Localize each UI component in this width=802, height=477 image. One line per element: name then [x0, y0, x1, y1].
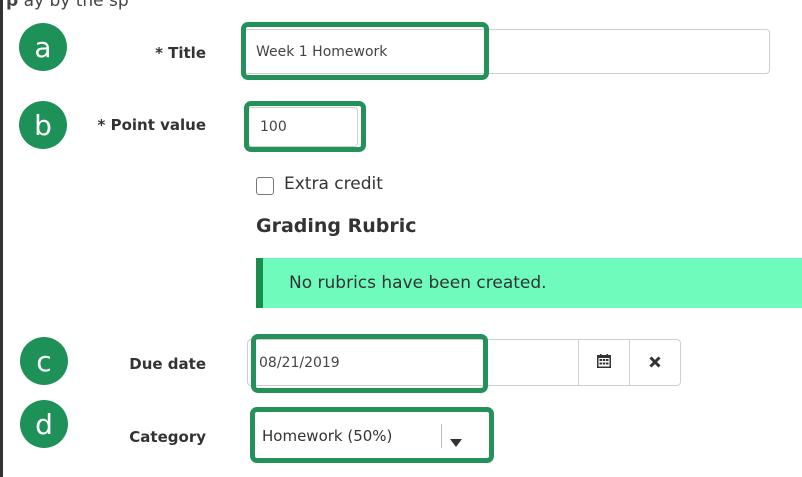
caption-lead: p [6, 0, 19, 11]
caption-rest: ay by the sp [18, 0, 129, 11]
extra-credit-checkbox[interactable] [256, 177, 274, 195]
callout-letter-a: a [34, 30, 52, 64]
callout-letter-b: b [34, 108, 52, 142]
callout-box-due-date [251, 334, 488, 393]
callout-box-title [241, 22, 489, 80]
callout-box-points [244, 101, 366, 152]
callout-letter-d: d [35, 407, 53, 441]
assignment-form: p ay by the sp a * Title Week 1 Homework… [0, 0, 802, 477]
callout-badge-c: c [20, 337, 68, 385]
calendar-icon [597, 353, 611, 372]
due-date-calendar-button[interactable] [578, 339, 630, 386]
callout-badge-d: d [20, 400, 68, 448]
callout-letter-c: c [36, 344, 52, 378]
close-icon [649, 353, 661, 372]
title-label: * Title [155, 44, 206, 62]
callout-badge-b: b [19, 101, 67, 149]
callout-box-category [250, 407, 494, 463]
category-label: Category [129, 428, 206, 446]
grading-rubric-heading: Grading Rubric [256, 215, 417, 237]
due-date-clear-button[interactable] [629, 339, 681, 386]
cropped-caption: p ay by the sp [0, 0, 802, 14]
callout-badge-a: a [19, 23, 67, 71]
extra-credit-label: Extra credit [284, 174, 383, 194]
frame-left-border [0, 0, 3, 477]
no-rubrics-message: No rubrics have been created. [289, 273, 547, 293]
point-value-label: * Point value [97, 116, 206, 134]
due-date-label: Due date [129, 355, 206, 373]
no-rubrics-alert: No rubrics have been created. [256, 258, 802, 308]
